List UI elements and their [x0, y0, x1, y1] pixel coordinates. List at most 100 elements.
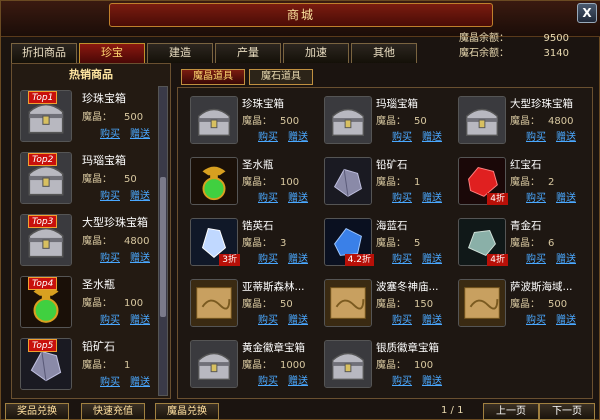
item-name: 青金石 [510, 220, 542, 232]
hot-items-title: 热销商品 [69, 68, 113, 81]
item-actions: 购买 赠送 [258, 128, 308, 143]
price-value: 4800 [124, 236, 150, 247]
item-name: 大型珍珠宝箱 [510, 98, 573, 110]
shop-item-card: 大型珍珠宝箱 魔晶： 4800 购买 赠送 [452, 92, 586, 153]
buy-link[interactable]: 购买 [392, 128, 412, 143]
close-button[interactable]: X [577, 3, 597, 23]
price-value: 5 [414, 238, 421, 249]
gift-link[interactable]: 赠送 [422, 311, 442, 326]
shop-item-card: 波塞冬神庙... 魔晶： 150 购买 赠送 [318, 275, 452, 336]
buy-link[interactable]: 购买 [392, 250, 412, 265]
subtab-0[interactable]: 魔晶道具 [181, 69, 245, 85]
chest-icon[interactable] [190, 96, 238, 144]
item-name: 珍珠宝箱 [82, 92, 126, 105]
chest-icon[interactable] [324, 340, 372, 388]
quick-recharge-button[interactable]: 快速充值 [81, 403, 145, 420]
gift-link[interactable]: 赠送 [130, 249, 150, 264]
buy-link[interactable]: 购买 [100, 249, 120, 264]
item-type-tabs: 魔晶道具 魔石道具 [181, 69, 313, 85]
tab-0[interactable]: 折扣商品 [11, 43, 77, 63]
gift-link[interactable]: 赠送 [130, 373, 150, 388]
gift-link[interactable]: 赠送 [288, 372, 308, 387]
page-indicator: 1 / 1 [441, 405, 464, 416]
tab-1[interactable]: 珍宝 [79, 43, 145, 63]
subtab-1[interactable]: 魔石道具 [249, 69, 313, 85]
item-name: 亚蒂斯森林... [242, 281, 305, 293]
tab-2[interactable]: 建造 [147, 43, 213, 63]
crystal-exchange-button[interactable]: 魔晶兑换 [155, 403, 219, 420]
gift-link[interactable]: 赠送 [556, 311, 576, 326]
prize-exchange-button[interactable]: 奖品兑换 [5, 403, 69, 420]
price-label: 魔晶： [376, 299, 406, 310]
tab-4[interactable]: 加速 [283, 43, 349, 63]
buy-link[interactable]: 购买 [526, 311, 546, 326]
gift-link[interactable]: 赠送 [288, 250, 308, 265]
price-value: 100 [280, 177, 300, 188]
buy-link[interactable]: 购买 [258, 250, 278, 265]
gift-link[interactable]: 赠送 [130, 311, 150, 326]
hot-item: Top4 圣水瓶 魔晶： 100 购买 赠送 [16, 272, 156, 334]
map-icon[interactable] [324, 279, 372, 327]
shop-item-card: 黄金徽章宝箱 魔晶： 1000 购买 赠送 [184, 336, 318, 397]
buy-link[interactable]: 购买 [526, 189, 546, 204]
item-price: 魔晶： 100 [376, 356, 433, 371]
gift-link[interactable]: 赠送 [288, 189, 308, 204]
gift-link[interactable]: 赠送 [288, 311, 308, 326]
chest-icon[interactable] [458, 96, 506, 144]
buy-link[interactable]: 购买 [392, 311, 412, 326]
buy-link[interactable]: 购买 [258, 372, 278, 387]
buy-link[interactable]: 购买 [100, 187, 120, 202]
item-name: 圣水瓶 [82, 278, 115, 291]
item-price: 魔晶： 500 [242, 112, 299, 127]
scroll-thumb[interactable] [160, 177, 166, 317]
gift-link[interactable]: 赠送 [130, 125, 150, 140]
buy-link[interactable]: 购买 [526, 250, 546, 265]
price-value: 150 [414, 299, 434, 310]
buy-link[interactable]: 购买 [258, 311, 278, 326]
tab-3[interactable]: 产量 [215, 43, 281, 63]
gift-link[interactable]: 赠送 [422, 250, 442, 265]
buy-link[interactable]: 购买 [258, 189, 278, 204]
buy-link[interactable]: 购买 [100, 125, 120, 140]
gift-link[interactable]: 赠送 [556, 189, 576, 204]
shop-window: 商城 X 折扣商品 珍宝 建造 产量 加速 其他 魔晶余额： 9500 魔石余额： 3140 … [0, 0, 600, 420]
map-icon[interactable] [458, 279, 506, 327]
buy-link[interactable]: 购买 [100, 373, 120, 388]
potion-icon[interactable] [190, 157, 238, 205]
item-name: 红宝石 [510, 159, 542, 171]
price-value: 2 [548, 177, 555, 188]
map-icon[interactable] [190, 279, 238, 327]
price-value: 4800 [548, 116, 574, 127]
gift-link[interactable]: 赠送 [422, 189, 442, 204]
ore-icon[interactable] [324, 157, 372, 205]
item-actions: 购买 赠送 [258, 372, 308, 387]
buy-link[interactable]: 购买 [526, 128, 546, 143]
gift-link[interactable]: 赠送 [288, 128, 308, 143]
price-label: 魔晶： [82, 174, 112, 185]
item-name: 锆英石 [242, 220, 274, 232]
shop-item-card: 4.2折 海蓝石 魔晶： 5 购买 赠送 [318, 214, 452, 275]
gift-link[interactable]: 赠送 [422, 372, 442, 387]
tab-5[interactable]: 其他 [351, 43, 417, 63]
item-name: 玛瑙宝箱 [82, 154, 126, 167]
prev-page-button[interactable]: 上一页 [483, 403, 539, 420]
gift-link[interactable]: 赠送 [130, 187, 150, 202]
price-value: 100 [124, 298, 144, 309]
gift-link[interactable]: 赠送 [422, 128, 442, 143]
item-name: 波塞冬神庙... [376, 281, 439, 293]
next-page-button[interactable]: 下一页 [539, 403, 595, 420]
buy-link[interactable]: 购买 [392, 189, 412, 204]
price-label: 魔晶： [242, 299, 272, 310]
stone-balance-value: 3140 [543, 48, 569, 59]
shop-item-card: 珍珠宝箱魔晶： 500 购买 赠送 [184, 92, 318, 153]
chest-icon[interactable] [324, 96, 372, 144]
gift-link[interactable]: 赠送 [556, 250, 576, 265]
buy-link[interactable]: 购买 [392, 372, 412, 387]
hot-list-scrollbar[interactable] [158, 86, 168, 396]
item-name: 珍珠宝箱 [242, 98, 284, 110]
buy-link[interactable]: 购买 [258, 128, 278, 143]
chest-icon[interactable] [190, 340, 238, 388]
gift-link[interactable]: 赠送 [556, 128, 576, 143]
buy-link[interactable]: 购买 [100, 311, 120, 326]
item-name: 玛瑙宝箱 [376, 98, 418, 110]
